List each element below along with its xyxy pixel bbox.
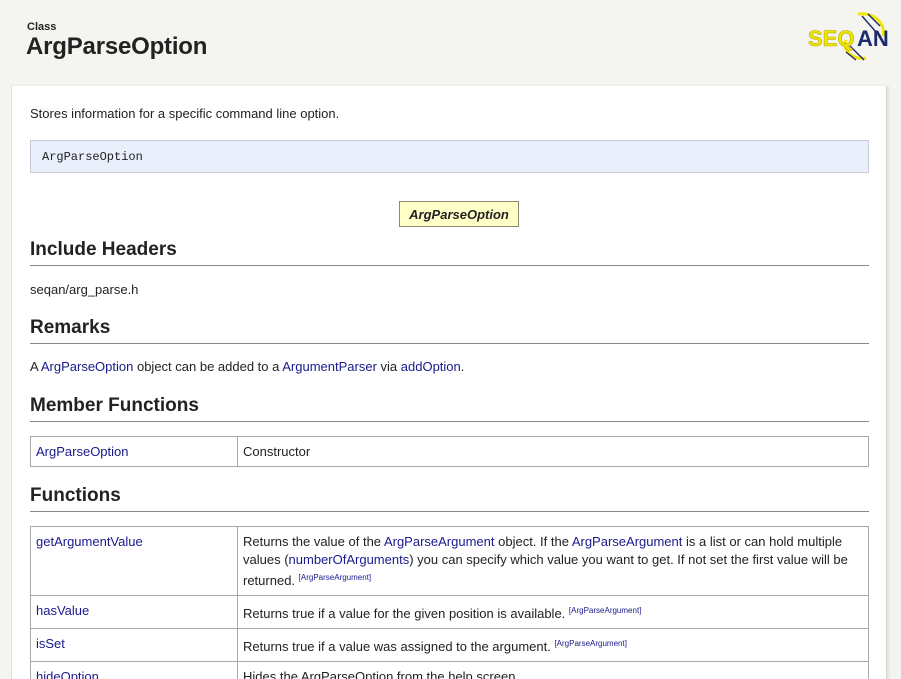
include-header-path: seqan/arg_parse.h [30,282,139,297]
source-class-ref[interactable]: [ArgParseArgument] [554,639,626,648]
function-link-hasvalue[interactable]: hasValue [36,603,89,618]
remarks-text-part: . [460,359,465,374]
table-row: hideOption Hides the ArgParseOption from… [30,661,869,679]
class-signature: ArgParseOption [30,140,869,173]
seqan-logo[interactable]: SEQ AN [806,10,889,62]
function-link-isset[interactable]: isSet [36,636,65,651]
function-desc: Returns the value of the ArgParseArgumen… [237,526,869,596]
remarks-text-part: A [30,359,41,374]
function-desc: Returns true if a value for the given po… [237,595,869,629]
desc-text: Returns the value of the [243,534,384,549]
remarks-text-part: via [376,359,401,374]
include-headers-heading: Include Headers [30,239,869,266]
member-functions-heading: Member Functions [30,395,869,422]
function-desc: Hides the ArgParseOption from the help s… [237,661,869,679]
class-description: Stores information for a specific comman… [30,106,340,121]
function-name-cell: hideOption [30,661,238,679]
table-row: getArgumentValue Returns the value of th… [30,526,869,596]
class-diagram-node: ArgParseOption [399,201,519,227]
function-link-getargumentvalue[interactable]: getArgumentValue [36,534,143,549]
source-class-ref[interactable]: [ArgParseArgument] [299,573,371,582]
link-numberofarguments[interactable]: numberOfArguments [289,552,410,567]
svg-text:AN: AN [857,26,888,51]
member-function-desc: Constructor [237,436,869,467]
page-title: ArgParseOption [26,33,208,60]
functions-heading: Functions [30,485,869,512]
function-desc: Returns true if a value was assigned to … [237,628,869,662]
desc-text: Returns true if a value for the given po… [243,606,569,621]
main-content: Stores information for a specific comman… [11,86,887,679]
member-function-name-cell: ArgParseOption [30,436,238,467]
remarks-text-part: object can be added to a [133,359,283,374]
functions-table: getArgumentValue Returns the value of th… [30,526,869,679]
link-argumentparser[interactable]: ArgumentParser [282,359,377,374]
table-row: isSet Returns true if a value was assign… [30,628,869,662]
member-function-link[interactable]: ArgParseOption [36,444,129,459]
page-header: Class ArgParseOption SEQ AN [0,0,901,86]
function-name-cell: hasValue [30,595,238,629]
function-name-cell: isSet [30,628,238,662]
remarks-heading: Remarks [30,317,869,344]
member-functions-table: ArgParseOption Constructor [30,436,869,467]
link-argparseargument[interactable]: ArgParseArgument [572,534,683,549]
entity-kind-label: Class [27,21,57,33]
svg-text:SEQ: SEQ [808,26,854,51]
remarks-text: A ArgParseOption object can be added to … [30,359,464,374]
function-name-cell: getArgumentValue [30,526,238,596]
link-argparseoption[interactable]: ArgParseOption [41,359,134,374]
table-row: ArgParseOption Constructor [30,436,869,467]
link-addoption[interactable]: addOption [401,359,461,374]
desc-text: object. If the [494,534,572,549]
desc-text: Returns true if a value was assigned to … [243,639,555,654]
link-argparseargument[interactable]: ArgParseArgument [384,534,495,549]
table-row: hasValue Returns true if a value for the… [30,595,869,629]
source-class-ref[interactable]: [ArgParseArgument] [569,606,641,615]
function-link-hideoption[interactable]: hideOption [36,669,99,679]
